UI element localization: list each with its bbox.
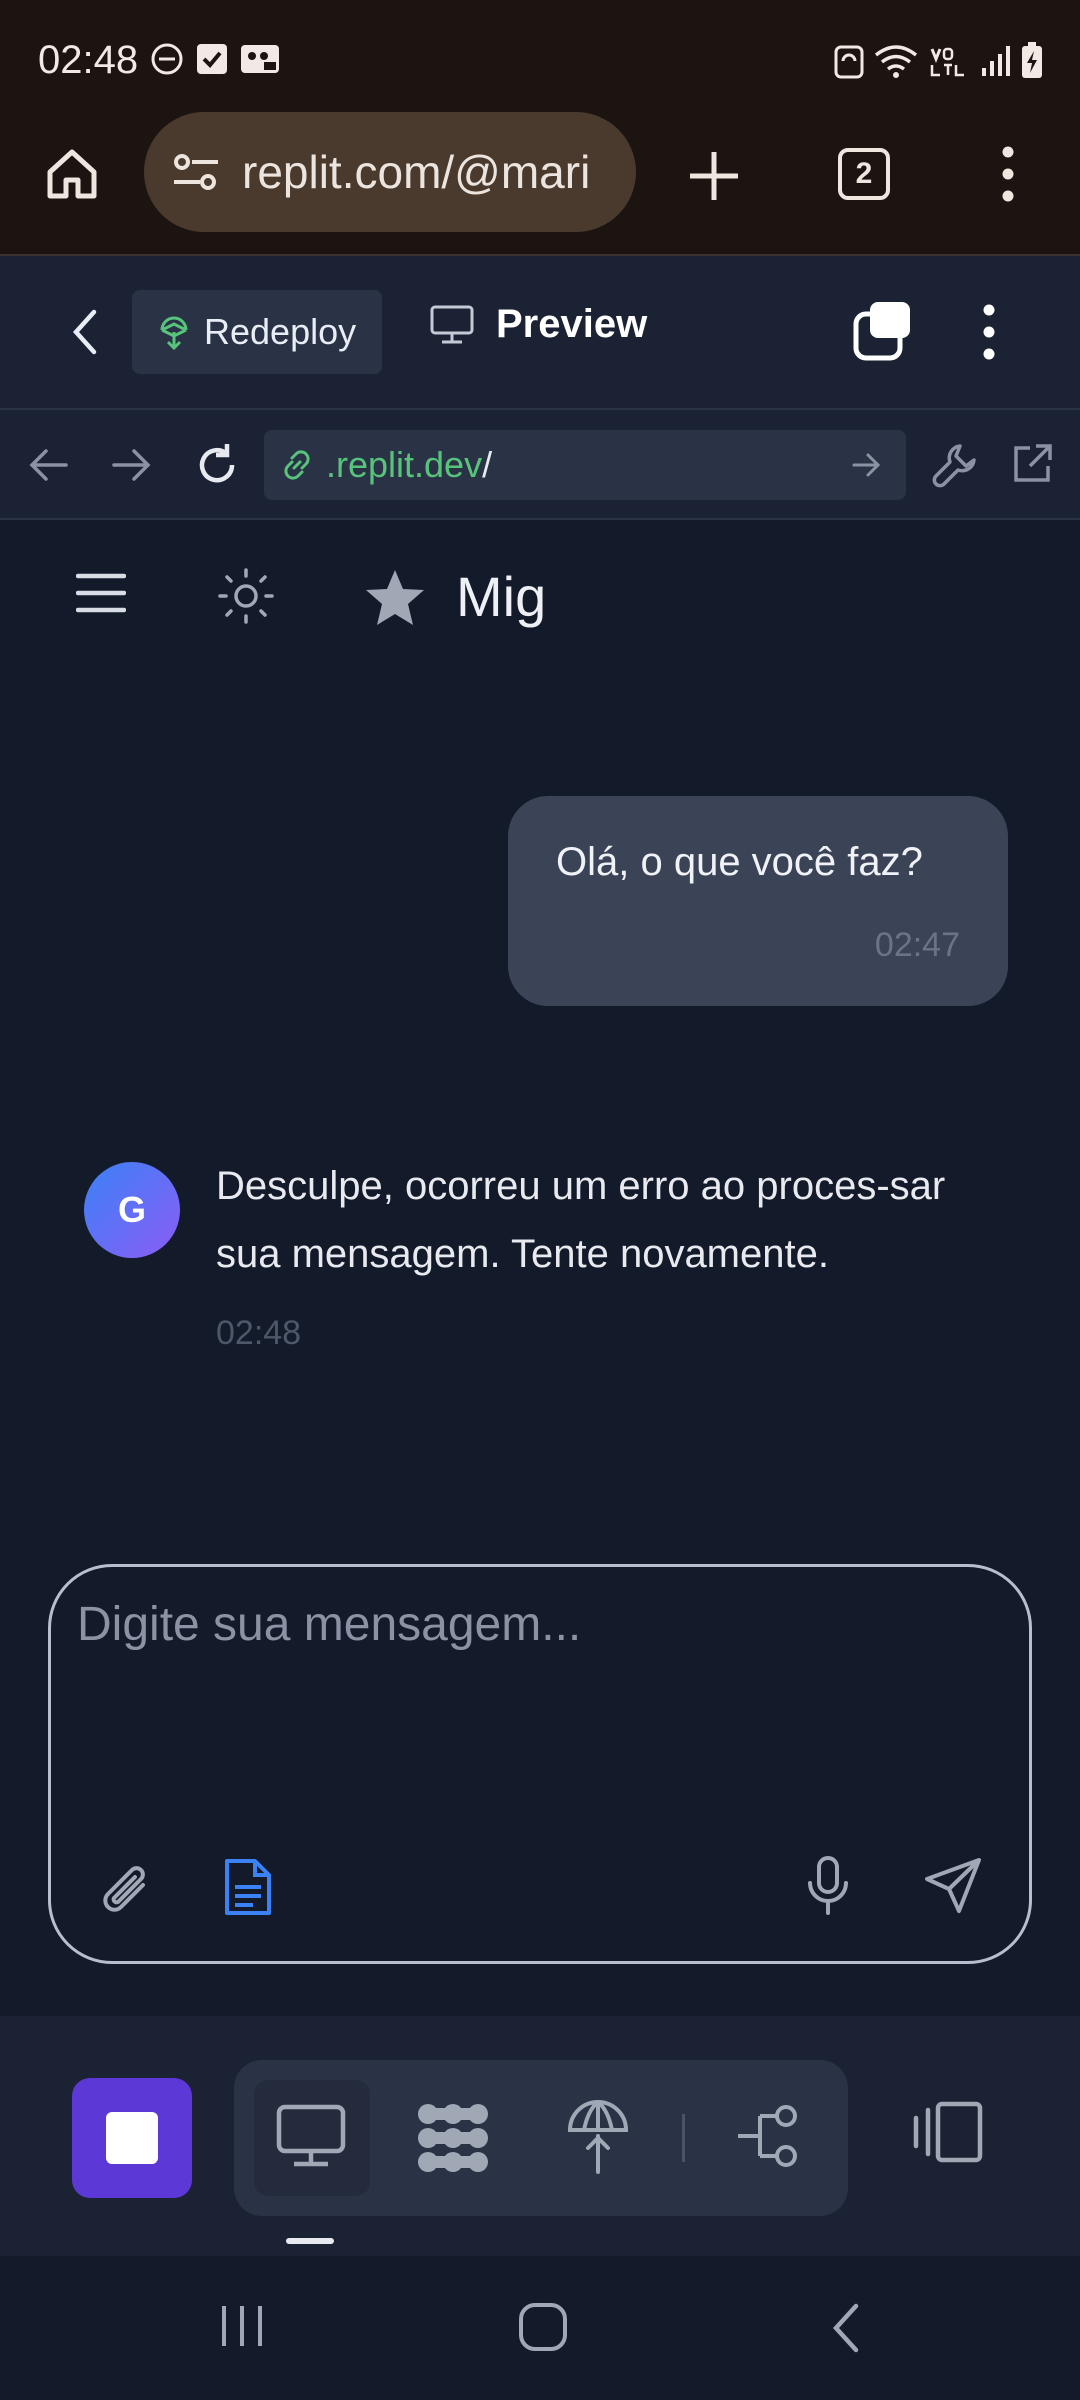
do-not-disturb-icon	[151, 43, 183, 75]
tool-git[interactable]	[736, 2104, 802, 2168]
chevron-left-icon	[72, 309, 97, 355]
reload-icon	[199, 444, 235, 483]
paperclip-icon	[103, 1866, 145, 1912]
webview-domain: .replit.dev	[326, 444, 483, 485]
tool-preview[interactable]	[276, 2104, 346, 2168]
menu-button[interactable]	[76, 572, 126, 614]
sun-icon	[218, 568, 274, 624]
plus-icon	[690, 152, 738, 200]
replit-menu-button[interactable]	[978, 304, 1000, 360]
open-external-button[interactable]	[1010, 442, 1054, 486]
redeploy-button[interactable]: Redeploy	[132, 290, 382, 374]
more-vert-icon	[1002, 146, 1014, 202]
tool-deploy[interactable]	[566, 2100, 630, 2174]
task-check-icon	[197, 44, 227, 74]
status-time: 02:48	[38, 38, 139, 82]
assistant-message-text: Desculpe, ocorreu um erro ao proces-sar …	[216, 1164, 946, 1276]
message-input[interactable]: Digite sua mensagem...	[77, 1597, 581, 1652]
tab-preview[interactable]: Preview	[430, 302, 647, 347]
webview-forward-button[interactable]	[112, 448, 152, 482]
favorite-button[interactable]	[364, 568, 426, 628]
sync-icon	[834, 45, 864, 79]
assistant-message-time: 02:48	[216, 1314, 302, 1352]
stop-icon	[106, 2112, 158, 2164]
more-vert-icon	[983, 304, 995, 360]
microphone-icon	[808, 1856, 848, 1915]
monitor-icon	[430, 305, 474, 343]
tools-group	[234, 2060, 848, 2216]
wrench-icon	[932, 444, 976, 488]
document-button[interactable]	[223, 1857, 273, 1917]
chevron-left-icon	[832, 2303, 859, 2353]
deploy-icon	[567, 2100, 629, 2174]
message-composer: Digite sua mensagem...	[48, 1564, 1032, 1964]
agent-blob-icon	[418, 2104, 488, 2172]
status-left-icons	[150, 42, 280, 76]
star-icon	[366, 570, 424, 625]
wifi-icon	[874, 45, 918, 78]
browser-menu-button[interactable]	[996, 146, 1020, 202]
browser-url-text: replit.com/@mari	[242, 146, 591, 198]
webview-path: /	[482, 444, 493, 485]
battery-charging-icon	[1022, 42, 1042, 78]
recents-icon	[222, 2306, 262, 2346]
browser-url-bar[interactable]: replit.com/@mari	[144, 112, 636, 232]
tools-divider	[682, 2114, 685, 2162]
signal-icon	[982, 46, 1010, 76]
webview-reload-button[interactable]	[194, 442, 240, 488]
home-icon	[47, 149, 97, 199]
recents-button[interactable]	[218, 2302, 266, 2350]
preview-label: Preview	[496, 302, 648, 346]
devtools-button[interactable]	[932, 442, 978, 488]
browser-toolbar: replit.com/@mari 2	[0, 110, 1080, 256]
panes-icon	[853, 302, 910, 361]
git-branch-icon	[738, 2105, 797, 2167]
tab-switcher-button[interactable]: 2	[838, 148, 890, 200]
voicemail-app-icon	[241, 45, 279, 73]
android-nav-bar	[0, 2256, 1080, 2400]
deploy-icon	[160, 316, 188, 350]
site-settings-icon[interactable]	[172, 150, 220, 194]
hamburger-icon	[76, 573, 126, 613]
active-tab-indicator	[286, 2238, 334, 2244]
go-arrow-icon[interactable]	[852, 452, 882, 478]
home-circle-icon	[519, 2303, 567, 2351]
stop-button[interactable]	[72, 2078, 192, 2198]
send-icon	[925, 1858, 981, 1913]
replit-bottom-toolbar	[0, 2016, 1080, 2256]
new-tab-button[interactable]	[688, 150, 740, 202]
back-button[interactable]	[70, 308, 100, 356]
status-right-icons	[834, 42, 1044, 80]
theme-toggle-button[interactable]	[218, 568, 274, 624]
panes-button[interactable]	[852, 300, 914, 362]
sidebar-toggle-button[interactable]	[912, 2100, 984, 2164]
external-link-icon	[1014, 444, 1052, 482]
arrow-right-icon	[112, 449, 151, 481]
app-header: Mig	[0, 520, 1080, 670]
webview-nav-bar: .replit.dev /	[0, 410, 1080, 520]
send-button[interactable]	[923, 1857, 983, 1915]
user-message-text: Olá, o que você faz?	[556, 840, 923, 884]
back-nav-button[interactable]	[830, 2302, 862, 2354]
sidebar-toggle-icon	[913, 2101, 983, 2163]
webview-back-button[interactable]	[28, 448, 68, 482]
home-button[interactable]	[42, 144, 102, 204]
app-title: Mig	[456, 565, 547, 628]
home-nav-button[interactable]	[518, 2302, 568, 2352]
tool-agent[interactable]	[416, 2102, 490, 2174]
volte-icon	[930, 47, 964, 77]
arrow-left-icon	[29, 449, 68, 481]
avatar: G	[84, 1162, 180, 1258]
user-message-time: 02:47	[874, 926, 960, 964]
replit-header: Redeploy Preview	[0, 256, 1080, 410]
voice-input-button[interactable]	[805, 1855, 851, 1917]
monitor-icon	[276, 2104, 346, 2167]
attach-button[interactable]	[99, 1861, 157, 1923]
redeploy-label: Redeploy	[204, 311, 357, 352]
status-bar: 02:48	[0, 0, 1080, 110]
link-icon	[284, 450, 310, 480]
webview-address-bar[interactable]: .replit.dev /	[264, 430, 906, 500]
document-icon	[225, 1859, 271, 1915]
user-message-bubble: Olá, o que você faz? 02:47	[508, 796, 1008, 1006]
